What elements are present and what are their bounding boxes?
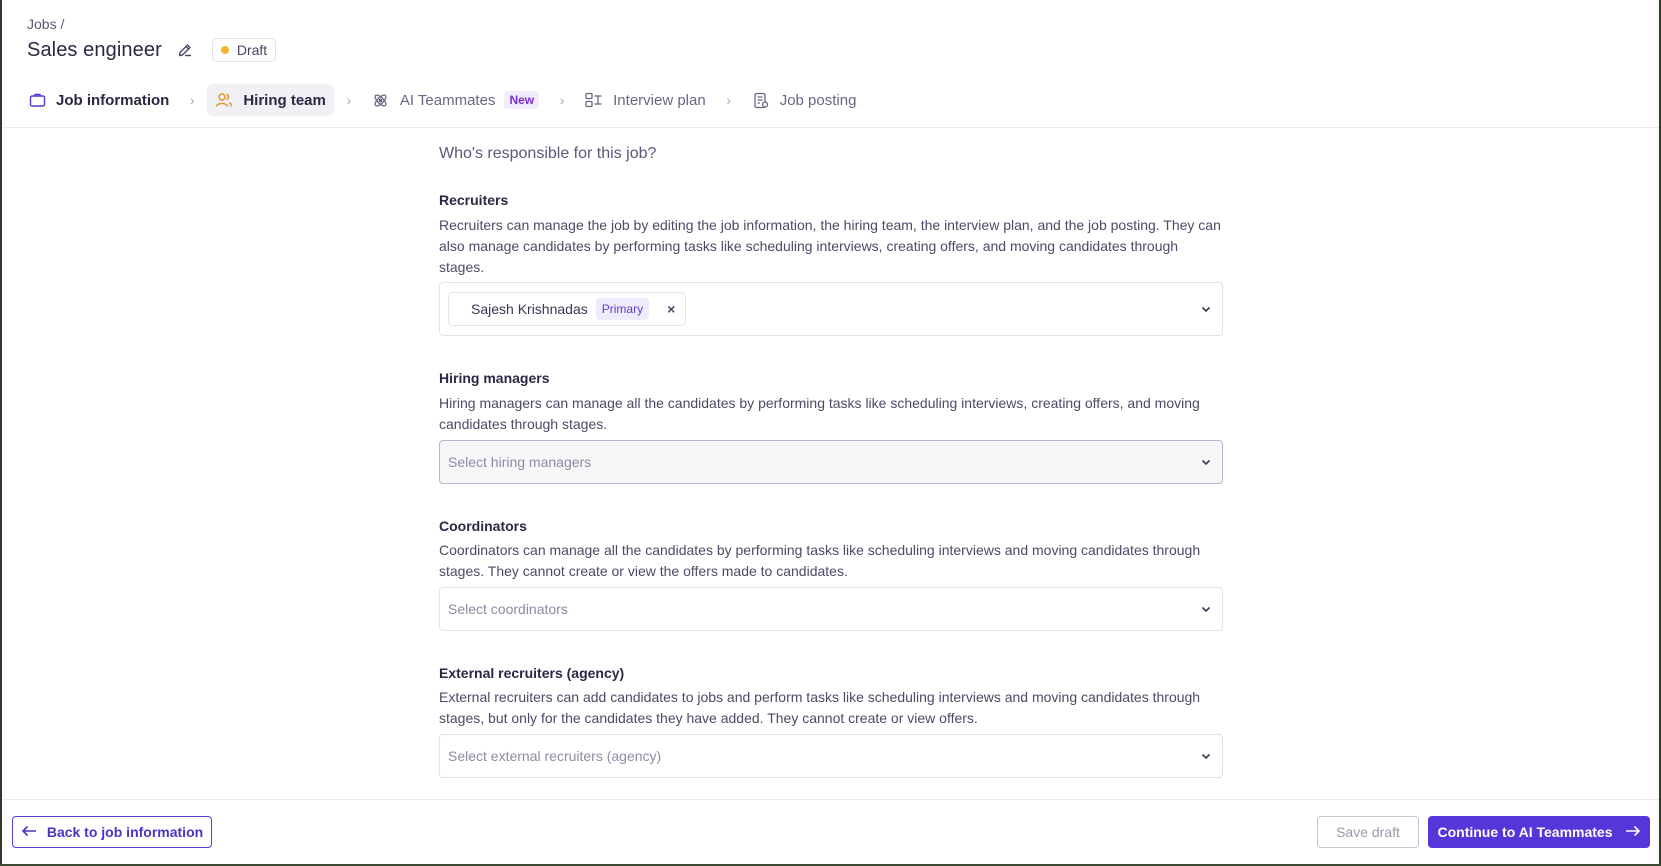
step-job-information[interactable]: Job information [20,84,177,116]
step-job-posting[interactable]: Job posting [744,84,865,116]
recruiters-description: Recruiters can manage the job by editing… [439,217,1221,275]
status-badge: Draft [211,38,277,62]
continue-button[interactable]: Continue to AI Teammates [1428,816,1650,848]
step-label: Hiring team [243,91,326,109]
status-label: Draft [236,42,268,58]
breadcrumb[interactable]: Jobs / [27,16,64,32]
coordinators-select[interactable]: Select coordinators [439,587,1223,631]
app-window: Jobs / Sales engineer Draft Job informat… [2,0,1659,864]
chevron-right-icon: › [726,92,732,108]
coordinators-label: Coordinators [439,518,527,534]
remove-chip-icon[interactable]: × [667,301,675,317]
recruiters-select[interactable]: Sajesh Krishnadas Primary × [439,282,1223,336]
external-recruiters-placeholder: Select external recruiters (agency) [448,748,662,764]
page-footer: Back to job information Save draft Conti… [2,799,1659,864]
continue-button-label: Continue to AI Teammates [1437,824,1613,840]
hiring-managers-label: Hiring managers [439,370,550,386]
external-recruiters-label: External recruiters (agency) [439,665,625,681]
title-row: Sales engineer Draft [27,37,277,63]
chevron-right-icon: › [189,92,195,108]
flow-icon [585,91,603,109]
back-button-label: Back to job information [46,824,204,840]
chevron-right-icon: › [559,92,565,108]
arrow-left-icon [21,824,37,840]
section-question: Who's responsible for this job? [439,145,657,162]
chevron-down-icon[interactable] [1200,303,1212,315]
primary-tag: Primary [595,298,650,320]
arrow-right-icon [1625,824,1641,840]
external-recruiters-description: External recruiters can add candidates t… [439,689,1201,726]
step-ai-teammates[interactable]: AI Teammates New [364,84,547,116]
recruiter-chip: Sajesh Krishnadas Primary × [448,292,687,326]
chevron-right-icon: › [346,92,352,108]
step-label: Job posting [779,91,857,109]
chevron-down-icon[interactable] [1200,750,1212,762]
chevron-down-icon[interactable] [1200,603,1212,615]
coordinators-placeholder: Select coordinators [448,601,568,617]
users-icon [215,91,233,109]
main-content: Who's responsible for this job? Recruite… [2,129,1659,799]
save-draft-label: Save draft [1336,824,1400,840]
save-draft-button[interactable]: Save draft [1317,816,1419,848]
coordinators-description: Coordinators can manage all the candidat… [439,542,1201,579]
back-button[interactable]: Back to job information [12,816,212,848]
atom-icon [372,91,390,109]
step-navigation: Job information › Hiring team › AI Teamm… [20,84,864,116]
chevron-down-icon[interactable] [1200,456,1212,468]
step-interview-plan[interactable]: Interview plan [577,84,714,116]
hiring-managers-select[interactable]: Select hiring managers [439,440,1223,484]
page-header: Jobs / Sales engineer Draft Job informat… [2,0,1659,128]
pencil-icon[interactable] [176,41,194,59]
briefcase-icon [28,91,46,109]
document-icon [752,91,770,109]
page-title: Sales engineer [27,38,162,61]
hiring-managers-description: Hiring managers can manage all the candi… [439,395,1200,432]
step-label: Job information [56,91,170,109]
step-hiring-team[interactable]: Hiring team [207,84,334,116]
recruiters-label: Recruiters [439,192,509,208]
external-recruiters-select[interactable]: Select external recruiters (agency) [439,734,1223,778]
hiring-managers-placeholder: Select hiring managers [448,454,592,470]
status-dot [220,46,229,54]
new-badge: New [504,91,540,109]
step-label: Interview plan [613,91,706,109]
recruiter-name: Sajesh Krishnadas [471,301,588,317]
step-label: AI Teammates [399,91,496,109]
